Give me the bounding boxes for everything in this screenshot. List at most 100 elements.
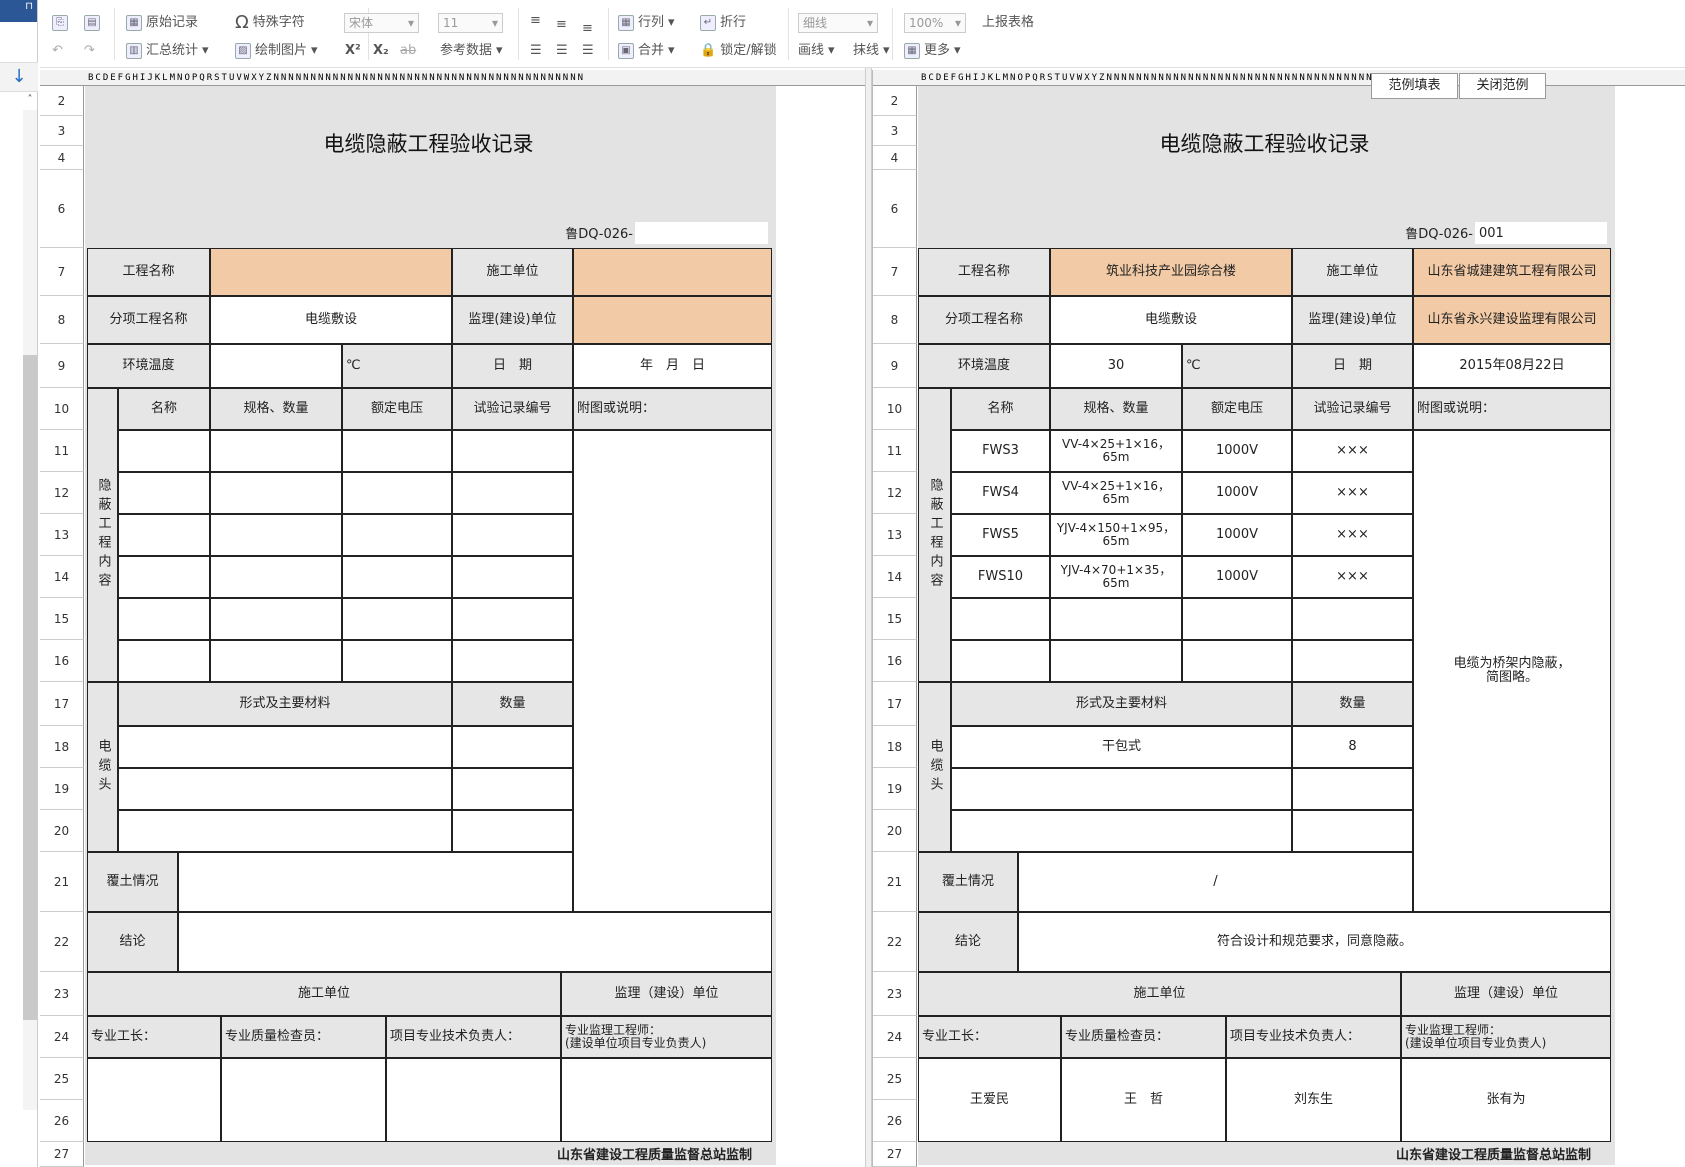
column-header[interactable]: BCDEFGHIJKLMNOPQRSTUVWXYZNNNNNNNNNNNNNNN… [873, 70, 1685, 86]
table-row-spec[interactable] [210, 514, 342, 556]
summary-stats-button[interactable]: ▥ 汇总统计 ▾ [126, 40, 209, 62]
cable-head-material[interactable] [118, 768, 452, 810]
table-row-name[interactable]: FWS4 [951, 472, 1050, 514]
cable-head-qty[interactable] [1292, 810, 1413, 852]
date-field[interactable]: 2015年08月22日 [1413, 344, 1611, 388]
wrap-button[interactable]: ↵ 折行 [700, 12, 746, 34]
column-header[interactable]: BCDEFGHIJKLMNOPQRSTUVWXYZNNNNNNNNNNNNNNN… [40, 70, 865, 86]
row-header[interactable]: 19 [40, 768, 84, 810]
table-row-name[interactable] [118, 640, 210, 682]
conclusion-field[interactable] [178, 912, 772, 972]
align-bottom-icon[interactable]: ≡ [582, 18, 593, 40]
construction-unit-field[interactable] [573, 248, 772, 296]
table-row-voltage[interactable] [342, 556, 452, 598]
table-row-name[interactable] [118, 472, 210, 514]
table-row-name[interactable] [118, 430, 210, 472]
row-header[interactable]: 18 [873, 726, 917, 768]
table-row-voltage[interactable]: 1000V [1182, 514, 1292, 556]
font-size-select[interactable]: 11 [438, 13, 503, 33]
date-field[interactable]: 年 月 日 [573, 344, 772, 388]
row-header[interactable]: 14 [40, 556, 84, 598]
table-row-spec[interactable] [1050, 598, 1182, 640]
example-fill-button[interactable]: 范例填表 [1371, 73, 1458, 99]
row-header[interactable]: 18 [40, 726, 84, 768]
table-row-test[interactable] [452, 640, 573, 682]
row-header[interactable]: 10 [873, 388, 917, 430]
cable-head-qty[interactable] [1292, 768, 1413, 810]
lock-unlock-button[interactable]: 🔒 锁定/解锁 [700, 40, 777, 62]
cable-head-qty[interactable] [452, 768, 573, 810]
draw-line-button[interactable]: 画线 ▾ [798, 40, 835, 62]
temperature-field[interactable]: 30 [1050, 344, 1182, 388]
paste-icon[interactable]: ▤ [84, 12, 100, 34]
backfill-field[interactable]: / [1018, 852, 1413, 912]
row-header[interactable]: 25 [873, 1058, 917, 1100]
supervision-unit-field[interactable]: 山东省永兴建设监理有限公司 [1413, 296, 1611, 344]
row-header[interactable]: 8 [40, 296, 84, 344]
cable-head-material[interactable]: 干包式 [951, 726, 1292, 768]
row-header[interactable]: 24 [40, 1016, 84, 1058]
row-header[interactable]: 16 [873, 640, 917, 682]
table-row-name[interactable]: FWS5 [951, 514, 1050, 556]
sig-inspector-name[interactable]: 王 哲 [1061, 1058, 1226, 1142]
scroll-up-icon[interactable]: ˄ [23, 94, 37, 105]
table-row-name[interactable] [951, 598, 1050, 640]
row-header[interactable]: 17 [873, 682, 917, 726]
sub-project-field[interactable]: 电缆敷设 [210, 296, 452, 344]
original-record-button[interactable]: ▦ 原始记录 [126, 12, 198, 34]
align-left-icon[interactable]: ☰ [530, 40, 542, 62]
table-row-name[interactable]: FWS3 [951, 430, 1050, 472]
row-header[interactable]: 4 [40, 146, 84, 170]
cable-head-material[interactable] [951, 768, 1292, 810]
row-header[interactable]: 7 [40, 248, 84, 296]
table-row-test[interactable] [1292, 598, 1413, 640]
table-row-spec[interactable]: VV-4×25+1×16， 65m [1050, 430, 1182, 472]
row-header[interactable]: 14 [873, 556, 917, 598]
sig-inspector-name[interactable] [221, 1058, 386, 1142]
row-header[interactable]: 4 [873, 146, 917, 170]
table-row-spec[interactable] [210, 598, 342, 640]
align-top-icon[interactable]: ≡ [530, 10, 541, 32]
row-col-button[interactable]: ▦ 行列 ▾ [618, 12, 675, 34]
table-row-name[interactable] [951, 640, 1050, 682]
row-header[interactable]: 2 [40, 86, 84, 116]
row-header[interactable]: 25 [40, 1058, 84, 1100]
row-header[interactable]: 27 [873, 1142, 917, 1167]
zoom-select[interactable]: 100% [904, 13, 966, 33]
row-header[interactable]: 13 [40, 514, 84, 556]
scrollbar-thumb[interactable] [23, 355, 37, 1020]
table-row-spec[interactable] [210, 556, 342, 598]
align-right-icon[interactable]: ☰ [582, 40, 594, 62]
cable-head-material[interactable] [118, 810, 452, 852]
row-header[interactable]: 15 [40, 598, 84, 640]
table-row-test[interactable]: ××× [1292, 556, 1413, 598]
row-header[interactable]: 24 [873, 1016, 917, 1058]
pane-divider[interactable] [865, 68, 872, 1167]
row-header[interactable]: 20 [40, 810, 84, 852]
table-row-voltage[interactable] [342, 640, 452, 682]
reference-data-button[interactable]: 参考数据 ▾ [440, 40, 503, 62]
table-row-spec[interactable]: VV-4×25+1×16， 65m [1050, 472, 1182, 514]
form-code-value[interactable] [635, 222, 768, 244]
table-row-spec[interactable]: YJV-4×150+1×95， 65m [1050, 514, 1182, 556]
sig-tech-name[interactable] [386, 1058, 561, 1142]
table-row-name[interactable] [118, 514, 210, 556]
row-header[interactable]: 20 [873, 810, 917, 852]
table-row-voltage[interactable] [1182, 598, 1292, 640]
form-code-value[interactable]: 001 [1475, 222, 1607, 244]
row-header[interactable]: 11 [873, 430, 917, 472]
row-header[interactable]: 17 [40, 682, 84, 726]
project-name-field[interactable]: 筑业科技产业园综合楼 [1050, 248, 1292, 296]
row-header[interactable]: 3 [40, 116, 84, 146]
row-header[interactable]: 21 [873, 852, 917, 912]
sig-engineer-name[interactable]: 张有为 [1401, 1058, 1611, 1142]
special-char-button[interactable]: Ω 特殊字符 [235, 12, 305, 34]
erase-line-button[interactable]: 抹线 ▾ [853, 40, 890, 62]
cable-head-material[interactable] [118, 726, 452, 768]
table-row-spec[interactable]: YJV-4×70+1×35， 65m [1050, 556, 1182, 598]
table-row-test[interactable]: ××× [1292, 472, 1413, 514]
table-row-name[interactable] [118, 598, 210, 640]
undo-icon[interactable]: ↶ [52, 40, 63, 62]
row-header[interactable]: 19 [873, 768, 917, 810]
table-row-name[interactable]: FWS10 [951, 556, 1050, 598]
